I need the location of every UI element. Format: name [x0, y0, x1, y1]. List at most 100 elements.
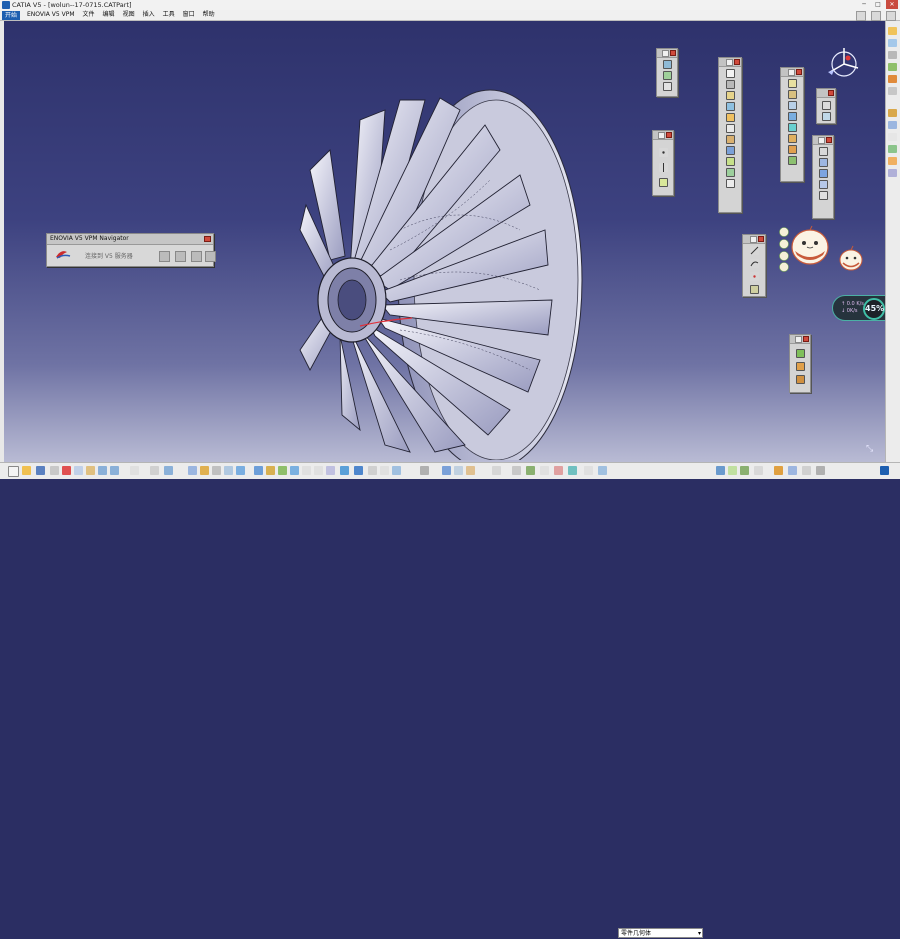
fit-all-icon[interactable]: [266, 466, 275, 475]
doc-close-icon[interactable]: [886, 11, 896, 21]
fly-mode-icon[interactable]: [254, 466, 263, 475]
search-icon[interactable]: [200, 466, 209, 475]
annotation-icon[interactable]: [466, 466, 475, 475]
material-icon[interactable]: [512, 466, 521, 475]
floating-toolbar-reference[interactable]: [652, 130, 674, 196]
exit-workbench-icon[interactable]: [662, 71, 672, 80]
toolbar-close-icon[interactable]: [670, 50, 676, 56]
translate-icon[interactable]: [821, 101, 831, 110]
remove-face-icon[interactable]: [787, 145, 797, 154]
measure-inertia-icon[interactable]: [795, 375, 805, 384]
menu-help[interactable]: 帮助: [199, 10, 219, 20]
compass-icon[interactable]: [822, 44, 862, 84]
macro-icon[interactable]: [236, 466, 245, 475]
robot-mascot-small-icon[interactable]: [838, 244, 864, 272]
undo-icon[interactable]: [98, 466, 107, 475]
shell-icon[interactable]: [787, 112, 797, 121]
analysis-icon[interactable]: [224, 466, 233, 475]
menu-window[interactable]: 窗口: [179, 10, 199, 20]
redo-icon[interactable]: [110, 466, 119, 475]
spline-icon[interactable]: [749, 259, 759, 268]
fillet-icon[interactable]: [787, 79, 797, 88]
floating-toolbar-patterns[interactable]: [812, 135, 834, 219]
navigator-tool-2-icon[interactable]: [175, 251, 186, 262]
publish-icon[interactable]: [754, 466, 763, 475]
navigator-tool-1-icon[interactable]: [159, 251, 170, 262]
right-tool-7-icon[interactable]: [888, 109, 897, 117]
properties-icon[interactable]: [540, 466, 549, 475]
menu-file[interactable]: 文件: [79, 10, 99, 20]
measure-icon[interactable]: [420, 466, 429, 475]
line-icon[interactable]: [658, 163, 668, 172]
pad-icon[interactable]: [725, 69, 735, 78]
iso-view-icon[interactable]: [340, 466, 349, 475]
doc-restore-icon[interactable]: [871, 11, 881, 21]
color-icon[interactable]: [598, 466, 607, 475]
user-pattern-icon[interactable]: [818, 180, 828, 189]
axis-icon[interactable]: [749, 272, 759, 281]
thickness-icon[interactable]: [787, 123, 797, 132]
catalog-icon[interactable]: [188, 466, 197, 475]
local-update-icon[interactable]: [728, 466, 737, 475]
thread-icon[interactable]: [787, 134, 797, 143]
toolbar-close-icon[interactable]: [828, 90, 834, 96]
open-icon[interactable]: [22, 466, 31, 475]
menu-insert[interactable]: 插入: [139, 10, 159, 20]
shaft-icon[interactable]: [725, 91, 735, 100]
loft-icon[interactable]: [725, 157, 735, 166]
rotate-icon[interactable]: [821, 112, 831, 121]
close-button[interactable]: ✕: [886, 0, 898, 9]
floating-toolbar-measure[interactable]: [789, 334, 811, 393]
stiffener-icon[interactable]: [725, 146, 735, 155]
view-mode-icon[interactable]: [554, 466, 563, 475]
toolbar-close-icon[interactable]: [758, 236, 764, 242]
connect-server-label[interactable]: 连接到 V5 服务器: [85, 251, 133, 260]
plane-icon[interactable]: [662, 82, 672, 91]
right-tool-10-icon[interactable]: [888, 145, 897, 153]
floating-toolbar-sketch[interactable]: [656, 48, 678, 97]
chamfer-icon[interactable]: [787, 90, 797, 99]
rib-icon[interactable]: [725, 124, 735, 133]
maximize-button[interactable]: □: [872, 0, 884, 9]
groove-icon[interactable]: [725, 102, 735, 111]
snap-icon[interactable]: [816, 466, 825, 475]
curve-icon[interactable]: [749, 246, 759, 255]
navigator-close-icon[interactable]: [204, 236, 211, 242]
apply-material-icon[interactable]: [526, 466, 535, 475]
pan-icon[interactable]: [278, 466, 287, 475]
right-tool-6-icon[interactable]: [888, 87, 897, 95]
right-tool-3-icon[interactable]: [888, 51, 897, 59]
hole-icon[interactable]: [725, 113, 735, 122]
zoom-in-icon[interactable]: [302, 466, 311, 475]
menu-start[interactable]: 开始: [2, 10, 21, 20]
toolbar-close-icon[interactable]: [734, 59, 740, 65]
update-icon[interactable]: [716, 466, 725, 475]
floating-toolbar-part-design[interactable]: [718, 57, 742, 213]
new-icon[interactable]: [8, 466, 19, 477]
shading-icon[interactable]: [354, 466, 363, 475]
normal-view-icon[interactable]: [326, 466, 335, 475]
multi-pad-icon[interactable]: [725, 179, 735, 188]
floating-toolbar-wireframe[interactable]: [742, 234, 766, 297]
remove-loft-icon[interactable]: [725, 168, 735, 177]
floating-toolbar-transform[interactable]: [816, 88, 836, 124]
menu-view[interactable]: 视图: [119, 10, 139, 20]
menu-enovia[interactable]: ENOVIA V5 VPM: [23, 10, 79, 20]
extrude-surface-icon[interactable]: [749, 285, 759, 294]
right-tool-11-icon[interactable]: [888, 157, 897, 165]
copy-icon[interactable]: [74, 466, 83, 475]
toolbar-close-icon[interactable]: [803, 336, 809, 342]
robot-mascot-icon[interactable]: [790, 225, 830, 267]
right-tool-9-icon[interactable]: [888, 133, 897, 141]
hide-show-icon[interactable]: [368, 466, 377, 475]
knowledge-icon[interactable]: [164, 466, 173, 475]
whats-this-icon[interactable]: [130, 466, 139, 475]
body-icon[interactable]: [492, 466, 501, 475]
right-tool-4-icon[interactable]: [888, 63, 897, 71]
plane-surface-icon[interactable]: [658, 178, 668, 187]
menu-tools[interactable]: 工具: [159, 10, 179, 20]
print-icon[interactable]: [50, 466, 59, 475]
right-tool-8-icon[interactable]: [888, 121, 897, 129]
scaling-icon[interactable]: [818, 191, 828, 200]
measure-item-icon[interactable]: [795, 362, 805, 371]
